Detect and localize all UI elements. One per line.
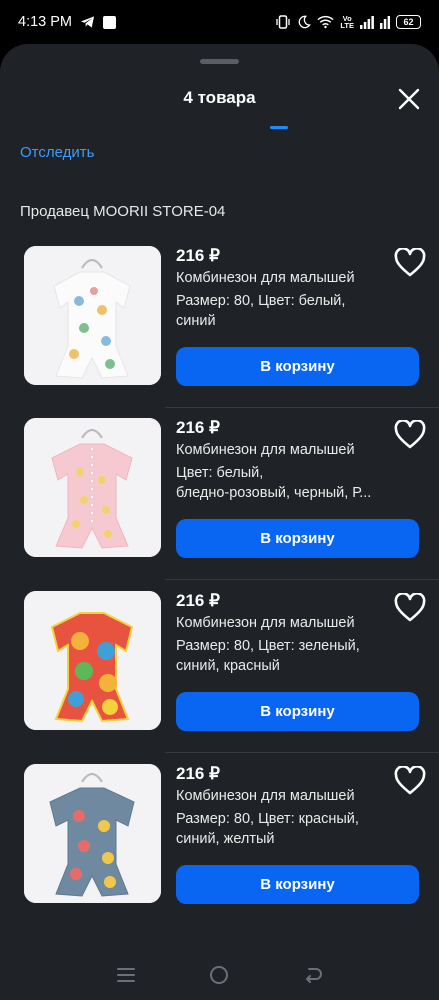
moon-icon — [298, 15, 312, 29]
telegram-icon — [80, 16, 95, 28]
status-bar: 4:13 PM Vo LTE 62 — [0, 0, 439, 44]
item-properties: Размер: 80, Цвет: красный, синий, желтый — [176, 811, 359, 847]
home-icon[interactable] — [209, 965, 229, 985]
product-image[interactable] — [24, 246, 161, 385]
cart-item: 216 ₽ Комбинезон для малышей Цвет: белый… — [0, 408, 439, 580]
status-time: 4:13 PM — [18, 14, 72, 30]
sheet-drag-handle[interactable] — [200, 59, 239, 64]
seller-name: Продавец MOORII STORE-04 — [20, 203, 226, 220]
item-price: 216 ₽ — [176, 418, 220, 437]
item-name[interactable]: Комбинезон для малышей — [176, 442, 355, 458]
item-name[interactable]: Комбинезон для малышей — [176, 788, 355, 804]
divider — [165, 579, 439, 580]
heart-outline-icon[interactable] — [394, 766, 426, 796]
heart-outline-icon[interactable] — [394, 420, 426, 450]
signal-icon — [360, 16, 374, 29]
item-properties: Размер: 80, Цвет: белый, синий — [176, 293, 346, 329]
close-icon — [398, 88, 420, 110]
product-image[interactable] — [24, 591, 161, 730]
track-link[interactable]: Отследить — [20, 144, 94, 161]
volte-indicator: Vo LTE — [340, 14, 354, 30]
product-image[interactable] — [24, 764, 161, 903]
tab-indicator — [270, 126, 288, 129]
item-properties: Цвет: белый, бледно-розовый, черный, Р... — [176, 465, 372, 501]
back-icon[interactable] — [304, 967, 322, 983]
app-notification-icon — [103, 15, 116, 29]
item-name[interactable]: Комбинезон для малышей — [176, 270, 355, 286]
add-to-cart-button[interactable]: В корзину — [176, 519, 419, 558]
battery-indicator: 62 — [396, 15, 421, 29]
product-image[interactable] — [24, 418, 161, 557]
heart-outline-icon[interactable] — [394, 248, 426, 278]
heart-outline-icon[interactable] — [394, 593, 426, 623]
vibrate-icon — [276, 15, 291, 29]
wifi-icon — [317, 15, 334, 29]
add-to-cart-button[interactable]: В корзину — [176, 347, 419, 386]
divider — [165, 752, 439, 753]
item-properties: Размер: 80, Цвет: зеленый, синий, красный — [176, 638, 360, 674]
cart-item: 216 ₽ Комбинезон для малышей Размер: 80,… — [0, 236, 439, 408]
add-to-cart-button[interactable]: В корзину — [176, 865, 419, 904]
system-nav-bar — [0, 950, 439, 1000]
item-price: 216 ₽ — [176, 591, 220, 610]
menu-icon[interactable] — [117, 967, 136, 983]
cart-bottom-sheet: 4 товара Отследить Продавец MOORII STORE… — [0, 44, 439, 1000]
item-price: 216 ₽ — [176, 764, 220, 783]
signal-icon-2 — [380, 16, 390, 29]
add-to-cart-button[interactable]: В корзину — [176, 692, 419, 731]
close-button[interactable] — [395, 85, 423, 113]
item-price: 216 ₽ — [176, 246, 220, 265]
cart-item: 216 ₽ Комбинезон для малышей Размер: 80,… — [0, 581, 439, 753]
item-name[interactable]: Комбинезон для малышей — [176, 615, 355, 631]
sheet-title: 4 товара — [183, 88, 256, 107]
cart-item: 216 ₽ Комбинезон для малышей Размер: 80,… — [0, 754, 439, 926]
